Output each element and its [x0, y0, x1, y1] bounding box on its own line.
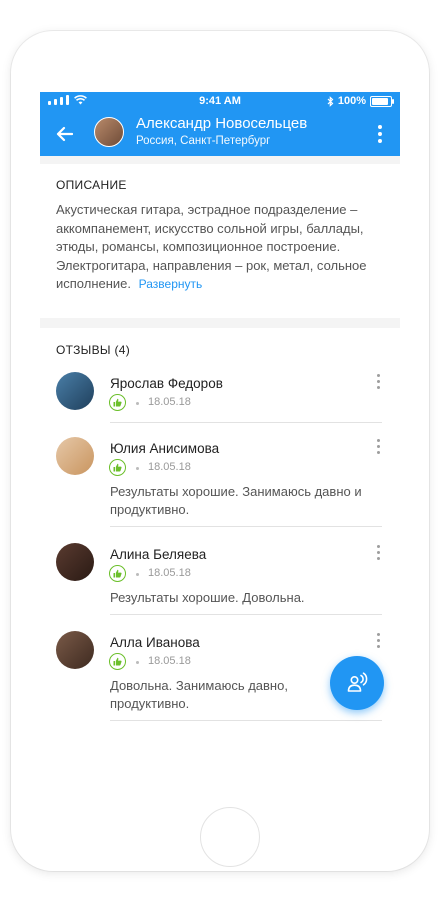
separator-dot	[136, 467, 139, 470]
bluetooth-icon	[327, 95, 334, 107]
more-vert-icon[interactable]	[374, 439, 382, 457]
thumb-up-icon	[109, 653, 126, 670]
thumb-up-icon	[109, 394, 126, 411]
status-right: 100%	[327, 95, 394, 107]
divider	[110, 526, 382, 527]
contact-fab-button[interactable]	[330, 656, 384, 710]
review-date: 18.05.18	[148, 567, 191, 579]
reviewer-avatar	[56, 372, 94, 410]
reviewer-avatar	[56, 543, 94, 581]
divider	[110, 422, 382, 423]
toolbar: Александр Новосельцев Россия, Санкт-Пете…	[40, 112, 400, 156]
review-text: Результаты хорошие. Довольна.	[110, 590, 305, 605]
more-vert-icon[interactable]	[374, 374, 382, 392]
battery-icon	[370, 95, 394, 107]
app-screen: 9:41 AM 100% Александр Новосельцев Росси…	[40, 92, 400, 732]
separator-dot	[136, 402, 139, 405]
teacher-avatar[interactable]	[94, 117, 124, 147]
thumb-up-icon	[109, 565, 126, 582]
more-vert-icon[interactable]	[374, 633, 382, 651]
separator-dot	[136, 573, 139, 576]
reviewer-avatar	[56, 631, 94, 669]
expand-link[interactable]: Развернуть	[139, 277, 203, 291]
thumb-up-icon	[109, 459, 126, 476]
status-bar: 9:41 AM 100%	[40, 92, 400, 110]
reviewer-name: Алла Иванова	[110, 635, 200, 650]
reviewer-name: Алина Беляева	[110, 547, 207, 562]
reviewer-name: Юлия Анисимова	[110, 441, 220, 456]
reviewer-avatar	[56, 437, 94, 475]
review-text: Результаты хорошие. Занимаюсь давно и пр…	[110, 484, 362, 517]
separator-dot	[136, 661, 139, 664]
teacher-location: Россия, Санкт-Петербург	[136, 135, 271, 147]
description-body: Акустическая гитара, эстрадное подраздел…	[56, 202, 367, 291]
back-button[interactable]	[50, 120, 78, 148]
reviewer-name: Ярослав Федоров	[110, 376, 223, 391]
review-date: 18.05.18	[148, 396, 191, 408]
back-arrow-icon	[56, 126, 73, 142]
description-text: Акустическая гитара, эстрадное подраздел…	[56, 201, 386, 294]
divider	[110, 720, 382, 721]
more-vert-icon[interactable]	[374, 545, 382, 563]
review-date: 18.05.18	[148, 461, 191, 473]
teacher-name: Александр Новосельцев	[136, 115, 308, 132]
reviews-title: ОТЗЫВЫ (4)	[56, 343, 131, 357]
description-title: ОПИСАНИЕ	[56, 178, 127, 192]
battery-percent: 100%	[337, 95, 366, 107]
app-bar: 9:41 AM 100% Александр Новосельцев Росси…	[40, 92, 400, 156]
review-date: 18.05.18	[148, 655, 191, 667]
more-vert-icon[interactable]	[370, 120, 390, 148]
description-card: ОПИСАНИЕ Акустическая гитара, эстрадное …	[40, 164, 400, 318]
divider	[110, 614, 382, 615]
home-button[interactable]	[200, 807, 260, 867]
contact-voice-icon	[347, 672, 368, 692]
